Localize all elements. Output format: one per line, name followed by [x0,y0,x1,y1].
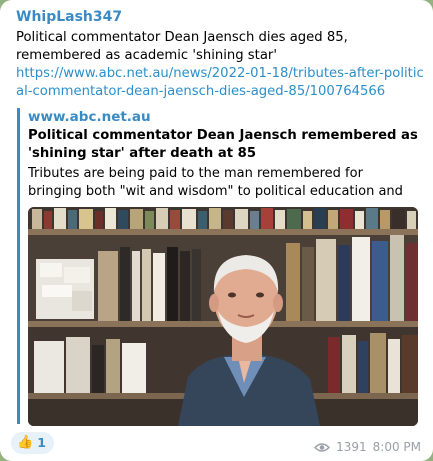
view-count: 1391 [336,440,367,454]
message-bubble[interactable]: WhipLash347 Political commentator Dean J… [0,0,433,461]
preview-title: Political commentator Dean Jaensch remem… [28,128,418,161]
message-time: 8:00 PM [372,440,421,454]
portrait-photo [28,207,418,426]
eye-icon [314,442,331,452]
message-meta: 1391 8:00 PM [314,440,421,454]
thumbs-up-icon: 👍 [17,435,34,450]
preview-image[interactable] [28,207,418,426]
link-preview[interactable]: www.abc.net.au Political commentator Dea… [17,108,419,426]
preview-description: Tributes are being paid to the man remem… [28,166,403,199]
message-text: Political commentator Dean Jaensch dies … [16,30,348,63]
preview-site-name: www.abc.net.au [28,109,151,125]
reaction-count: 1 [37,435,46,450]
reaction-like[interactable]: 👍 1 [11,432,54,454]
sender-name[interactable]: WhipLash347 [16,9,122,25]
message-link[interactable]: https://www.abc.net.au/news/2022-01-18/t… [16,65,424,101]
